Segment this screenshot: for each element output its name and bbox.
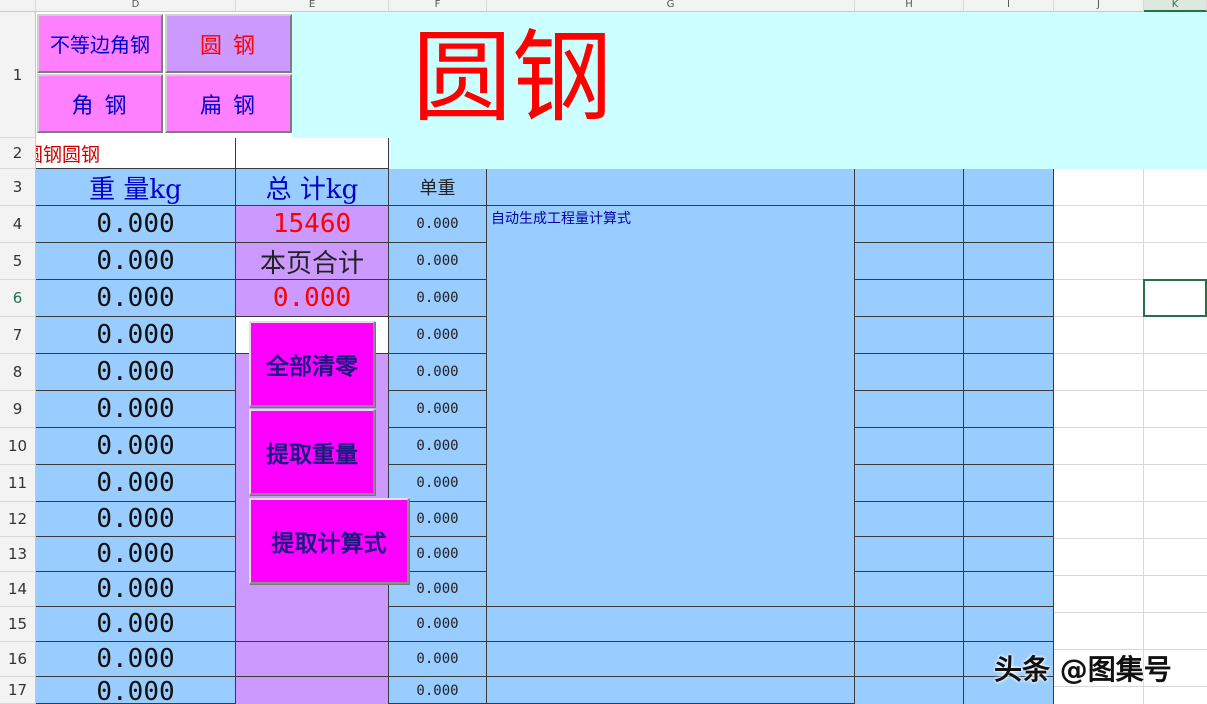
row-header-2[interactable]: 2	[0, 138, 36, 169]
unit-weight-cell[interactable]: 0.000	[389, 243, 487, 280]
e15-divider	[236, 641, 389, 642]
h3-cell[interactable]	[855, 169, 964, 206]
extract-formula-button[interactable]: 提取计算式	[249, 498, 409, 584]
unit-weight-cell[interactable]: 0.000	[389, 206, 487, 243]
row-header-4[interactable]: 4	[0, 206, 36, 243]
flat-steel-button[interactable]: 扁 钢	[165, 74, 292, 133]
page-total-value[interactable]: 0.000	[236, 280, 389, 317]
g17-cell[interactable]	[487, 677, 855, 704]
row-header-12[interactable]: 12	[0, 502, 36, 537]
weight-header[interactable]: 重 量kg	[36, 169, 236, 206]
weight-cell[interactable]: 0.000	[36, 243, 236, 280]
unit-weight-cell[interactable]: 0.000	[389, 428, 487, 465]
row-header-5[interactable]: 5	[0, 243, 36, 280]
title-band-row2	[389, 138, 1207, 169]
unit-weight-cell[interactable]: 0.000	[389, 677, 487, 704]
page-total-label[interactable]: 本页合计	[236, 243, 389, 280]
round-steel-button[interactable]: 圆 钢	[165, 14, 292, 73]
empty-grid-area	[1054, 169, 1207, 704]
weight-cell[interactable]: 0.000	[36, 317, 236, 354]
sheet-title: 圆钢	[412, 19, 612, 136]
unit-weight-cell[interactable]: 0.000	[389, 607, 487, 642]
total-header[interactable]: 总 计kg	[236, 169, 389, 206]
h-i-column-divider	[963, 169, 964, 704]
unit-weight-cell[interactable]: 0.000	[389, 465, 487, 502]
column-header-g[interactable]: G	[487, 0, 855, 12]
weight-cell[interactable]: 0.000	[36, 607, 236, 642]
g3-cell[interactable]	[487, 169, 855, 206]
weight-cell[interactable]: 0.000	[36, 465, 236, 502]
weight-cell[interactable]: 0.000	[36, 502, 236, 537]
weight-cell[interactable]: 0.000	[36, 206, 236, 243]
row-header-6[interactable]: 6	[0, 280, 36, 317]
unit-weight-cell[interactable]: 0.000	[389, 280, 487, 317]
column-header-d[interactable]: D	[36, 0, 236, 12]
selected-cell-k6[interactable]	[1143, 279, 1207, 317]
row-header-9[interactable]: 9	[0, 391, 36, 428]
row-header-17[interactable]: 17	[0, 677, 36, 704]
weight-cell[interactable]: 0.000	[36, 572, 236, 607]
row2-label-cell[interactable]: 圆钢圆钢	[36, 138, 236, 169]
weight-cell[interactable]: 0.000	[36, 677, 236, 704]
angle-steel-button[interactable]: 角 钢	[37, 74, 163, 133]
watermark: 头条 @图集号	[994, 653, 1172, 686]
g16-cell[interactable]	[487, 642, 855, 677]
unit-weight-header[interactable]: 单重	[389, 169, 487, 206]
weight-cell[interactable]: 0.000	[36, 280, 236, 317]
weight-cell[interactable]: 0.000	[36, 537, 236, 572]
column-header-e[interactable]: E	[236, 0, 389, 12]
column-header-h[interactable]: H	[855, 0, 964, 12]
unit-weight-cell[interactable]: 0.000	[389, 391, 487, 428]
row-header-7[interactable]: 7	[0, 317, 36, 354]
select-all-corner[interactable]	[0, 0, 36, 12]
row-header-16[interactable]: 16	[0, 642, 36, 677]
column-header-j[interactable]: J	[1054, 0, 1144, 12]
formula-hint: 自动生成工程量计算式	[491, 211, 631, 227]
unit-weight-cell[interactable]: 0.000	[389, 317, 487, 354]
row-header-8[interactable]: 8	[0, 354, 36, 391]
column-header-i[interactable]: I	[964, 0, 1054, 12]
unequal-angle-steel-button[interactable]: 不等边角钢	[37, 14, 163, 73]
weight-cell[interactable]: 0.000	[36, 428, 236, 465]
row-header-1[interactable]: 1	[0, 12, 36, 138]
row2-label: 圆钢圆钢	[36, 143, 101, 166]
row-header-13[interactable]: 13	[0, 537, 36, 572]
unit-weight-cell[interactable]: 0.000	[389, 642, 487, 677]
g15-cell[interactable]	[487, 607, 855, 642]
weight-cell[interactable]: 0.000	[36, 391, 236, 428]
extract-weight-button[interactable]: 提取重量	[249, 409, 375, 495]
row-header-10[interactable]: 10	[0, 428, 36, 465]
row2-empty-cell[interactable]	[236, 138, 389, 169]
column-header-f[interactable]: F	[389, 0, 487, 12]
i3-cell[interactable]	[964, 169, 1054, 206]
grand-total-value[interactable]: 15460	[236, 206, 389, 243]
weight-cell[interactable]: 0.000	[36, 642, 236, 677]
row-header-15[interactable]: 15	[0, 607, 36, 642]
h-i-row11-divider	[855, 501, 1054, 502]
row-header-3[interactable]: 3	[0, 169, 36, 206]
clear-all-button[interactable]: 全部清零	[249, 321, 375, 407]
unit-weight-cell[interactable]: 0.000	[389, 354, 487, 391]
row-header-14[interactable]: 14	[0, 572, 36, 607]
formula-output-area[interactable]: 自动生成工程量计算式	[487, 206, 855, 607]
column-header-k[interactable]: K	[1144, 0, 1207, 12]
row-header-11[interactable]: 11	[0, 465, 36, 502]
weight-cell[interactable]: 0.000	[36, 354, 236, 391]
e16-divider	[236, 676, 389, 677]
